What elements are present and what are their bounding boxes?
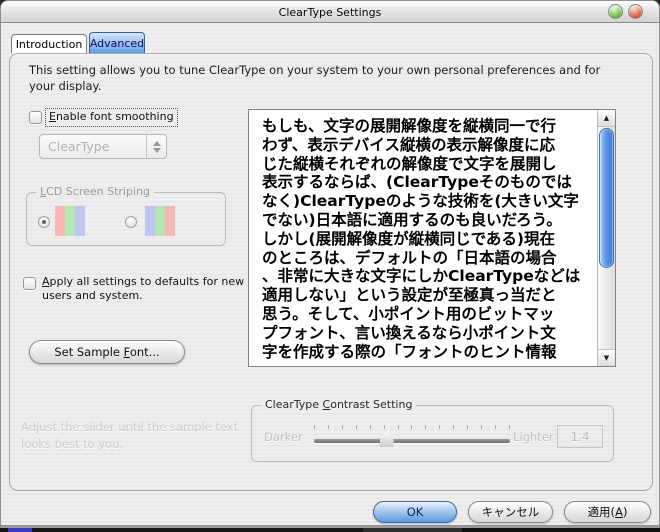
- sample-text: もしも、文字の展開解像度を縦横同一で行 わず、表示デバイス縦横の表示解像度に応 …: [249, 110, 595, 366]
- cancel-button[interactable]: キャンセル: [468, 501, 553, 523]
- down-arrow-icon: ▼: [604, 354, 609, 362]
- background-window-sliver: [0, 525, 660, 532]
- apply-button[interactable]: 適用(A): [564, 501, 651, 523]
- dropdown-stepper-icon: [146, 135, 166, 158]
- up-arrow-icon: ▲: [604, 114, 609, 122]
- scroll-down-button[interactable]: ▼: [598, 349, 615, 366]
- scrollbar-thumb[interactable]: [599, 128, 614, 268]
- contrast-group: ClearType Contrast Setting Darker Lighte…: [251, 405, 614, 462]
- slider-hint-text: Adjust the slider until the sample text …: [21, 419, 251, 453]
- close-button[interactable]: [628, 4, 643, 19]
- window-title: ClearType Settings: [1, 6, 659, 19]
- apply-all-label[interactable]: Apply all settings to defaults for new u…: [42, 275, 247, 303]
- smoothing-type-value: ClearType: [40, 139, 146, 154]
- contrast-slider-thumb: [380, 432, 394, 447]
- apply-all-checkbox[interactable]: [23, 277, 36, 290]
- titlebar[interactable]: ClearType Settings: [1, 1, 659, 23]
- cleartype-settings-window: ClearType Settings Introduction Advanced…: [0, 0, 660, 526]
- slider-ticks: [314, 425, 510, 430]
- set-sample-font-button[interactable]: Set Sample Font...: [29, 340, 185, 364]
- ok-button[interactable]: OK: [373, 501, 457, 523]
- description-text: This setting allows you to tune ClearTyp…: [29, 62, 629, 94]
- contrast-slider: [314, 439, 510, 443]
- smoothing-type-dropdown: ClearType: [39, 134, 167, 159]
- scrollbar[interactable]: ▲ ▼: [597, 110, 615, 366]
- bgr-striping-radio: [125, 216, 137, 228]
- minimize-button[interactable]: [608, 4, 623, 19]
- stepper-up-icon: [153, 141, 161, 146]
- rgb-stripes-swatch: [55, 206, 85, 236]
- lighter-label: Lighter: [513, 430, 554, 444]
- contrast-value: 1.4: [557, 425, 603, 448]
- screen: ClearType Settings Introduction Advanced…: [0, 0, 660, 532]
- background-dark-band: [0, 528, 660, 532]
- contrast-group-title: ClearType Contrast Setting: [261, 398, 416, 411]
- bgr-stripes-swatch: [145, 206, 175, 236]
- enable-font-smoothing-checkbox[interactable]: [29, 111, 42, 124]
- background-blue-chip: [8, 528, 32, 532]
- lcd-striping-title: LCD Screen Striping: [36, 185, 154, 198]
- tab-introduction[interactable]: Introduction: [11, 34, 87, 53]
- darker-label: Darker: [264, 430, 303, 444]
- tab-advanced[interactable]: Advanced: [89, 32, 145, 53]
- enable-font-smoothing-label[interactable]: Enable font smoothing: [45, 108, 178, 127]
- rgb-striping-radio: [38, 216, 50, 228]
- lcd-striping-group: LCD Screen Striping: [26, 192, 226, 246]
- scroll-up-button[interactable]: ▲: [598, 110, 615, 127]
- stepper-down-icon: [153, 148, 161, 153]
- sample-text-area[interactable]: もしも、文字の展開解像度を縦横同一で行 わず、表示デバイス縦横の表示解像度に応 …: [248, 109, 616, 367]
